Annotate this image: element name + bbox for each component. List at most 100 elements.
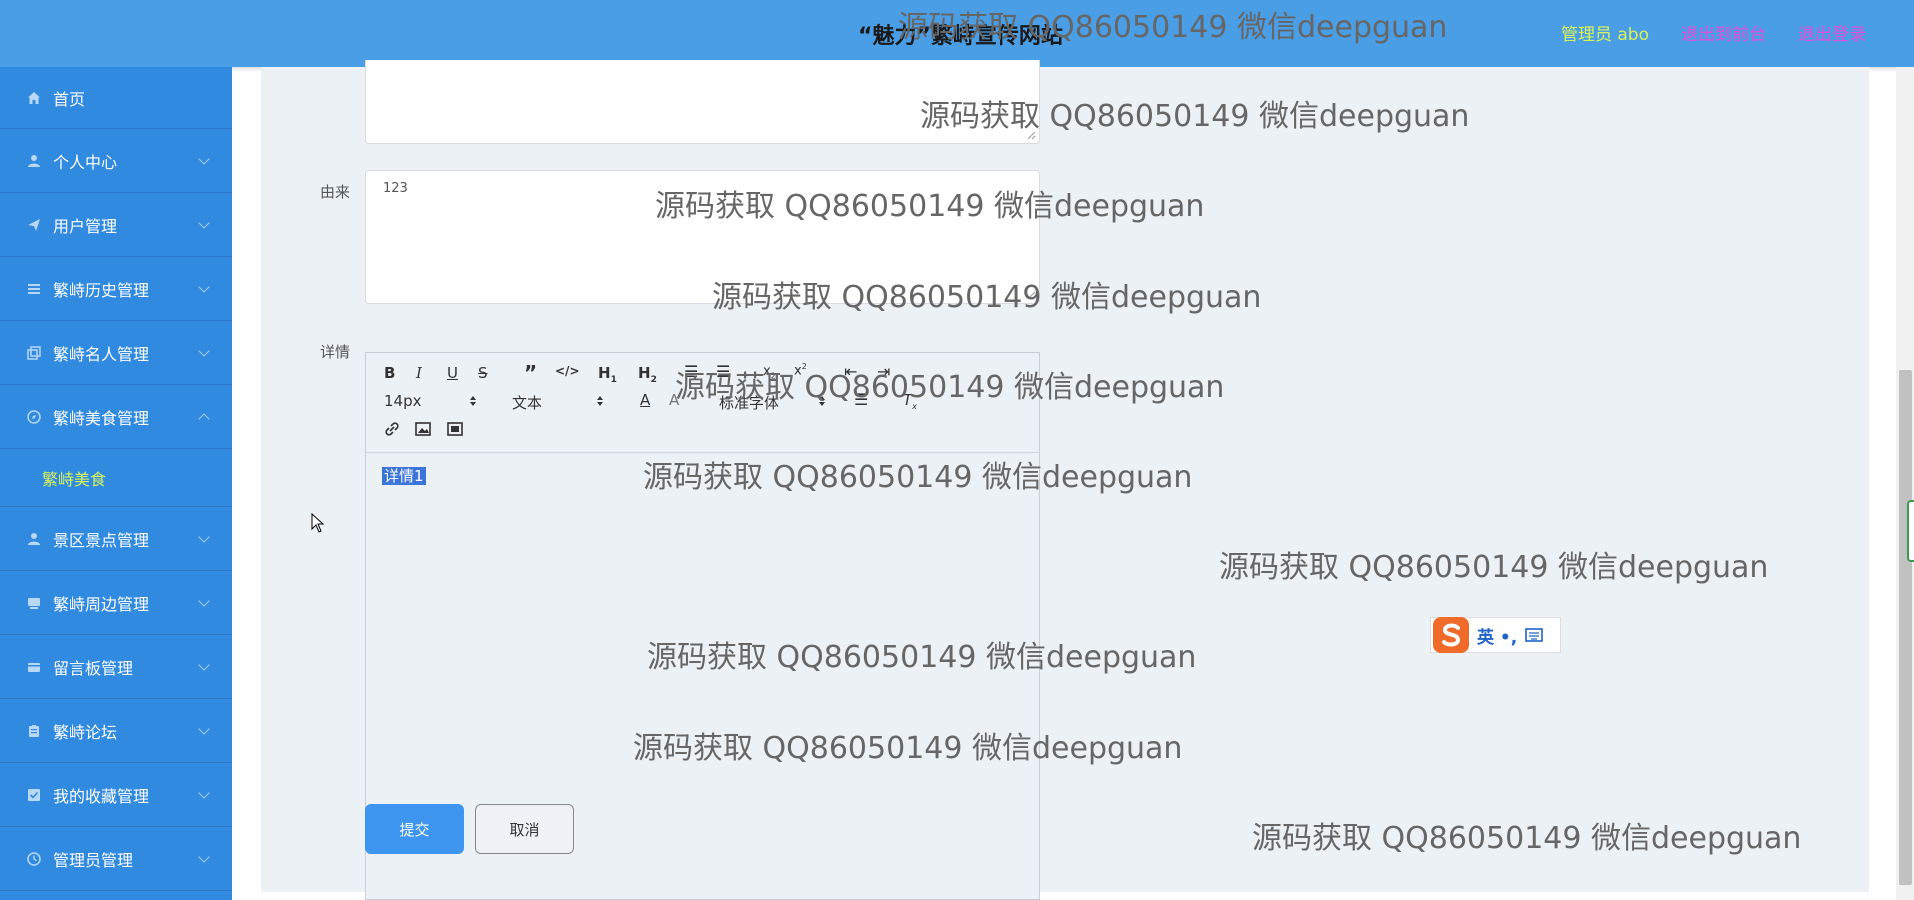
chevron-down-icon [198,281,210,293]
font-family-select[interactable]: 标准字体 [719,392,779,413]
sidebar-item-label: 繁峙美食管理 [53,408,150,428]
top-header: “魅力”繁峙宣传网站 管理员 abo 退出到前台 退出登录 [0,0,1914,67]
italic-icon[interactable]: I [416,364,422,382]
home-icon [26,90,42,106]
bullet-list-icon[interactable]: ☰ [716,362,730,381]
underline-icon[interactable]: U [447,364,458,382]
sidebar-item-forum[interactable]: 繁峙论坛 [0,699,232,763]
sidebar-item-home[interactable]: 首页 [0,67,232,129]
selected-text: 详情1 [382,467,426,485]
sidebar-item-label: 繁峙周边管理 [53,594,150,614]
admin-username: 管理员 abo [1560,25,1649,45]
link-icon[interactable] [384,421,400,437]
heading1-icon[interactable]: H1 [598,364,617,385]
sidebar-item-food[interactable]: 繁峙美食管理 [0,385,232,449]
sidebar-item-label: 个人中心 [53,152,118,172]
chevron-down-icon [198,787,210,799]
chevron-down-icon [198,851,210,863]
subscript-icon[interactable]: x2 [763,364,776,381]
sidebar-item-label: 首页 [53,89,86,109]
code-icon[interactable]: </> [555,364,580,378]
sidebar-item-label: 管理员管理 [53,850,134,870]
blockquote-icon[interactable]: ” [524,361,537,385]
ime-toolbar[interactable]: 英 •, [1430,617,1561,653]
site-title: “魅力”繁峙宣传网站 [858,24,1063,49]
compass-icon [26,409,42,425]
sidebar-item-admins[interactable]: 管理员管理 [0,827,232,891]
sidebar-item-scenic[interactable]: 景区景点管理 [0,507,232,571]
sidebar-item-profile[interactable]: 个人中心 [0,129,232,193]
resize-handle-icon[interactable] [1027,291,1036,300]
font-color-icon[interactable]: A [640,391,650,409]
sidebar-item-label: 繁峙历史管理 [53,280,150,300]
sidebar-item-favorites[interactable]: 我的收藏管理 [0,763,232,827]
chevron-down-icon [198,531,210,543]
submit-button[interactable]: 提交 [365,804,464,854]
logout-link[interactable]: 退出登录 [1798,20,1866,45]
sidebar-item-surroundings[interactable]: 繁峙周边管理 [0,571,232,635]
scrollbar-thumb[interactable] [1899,370,1912,885]
origin-textarea[interactable]: 123 [365,170,1040,304]
sidebar-subitem-food[interactable]: 繁峙美食 [0,449,232,507]
sogou-logo-icon [1433,617,1469,653]
font-size-select[interactable]: 14px [384,392,422,410]
resize-handle-icon[interactable] [1027,131,1036,140]
sidebar-item-history[interactable]: 繁峙历史管理 [0,257,232,321]
chevron-down-icon [198,153,210,165]
sidebar-item-label: 用户管理 [53,216,118,236]
clock-icon [26,851,42,867]
sidebar-item-label: 留言板管理 [53,658,134,678]
sidebar-item-label: 繁峙名人管理 [53,344,150,364]
user-icon [26,531,42,547]
editor-content[interactable]: 详情1 [382,465,426,486]
chevron-down-icon [198,217,210,229]
origin-value: 123 [383,181,408,196]
block-format-select[interactable]: 文本 [512,392,542,413]
chevron-down-icon [198,595,210,607]
sidebar: 首页 个人中心 用户管理 繁峙历史管理 繁峙名人管理 繁峙美食管理 繁峙美食 景… [0,67,232,900]
exit-to-front-link[interactable]: 退出到前台 [1681,20,1766,45]
editor-toolbar: B I U S ” </> H1 H2 ☰ ☰ x2 x2 ⇤ ⇥ 14px 文… [366,353,1039,453]
sidebar-item-label: 繁峙论坛 [53,722,118,742]
select-caret-icon [597,396,603,406]
align-icon[interactable]: ☰ [854,390,868,409]
select-caret-icon [819,396,825,406]
chevron-down-icon [198,345,210,357]
copy-icon [26,345,42,361]
rich-text-editor[interactable]: B I U S ” </> H1 H2 ☰ ☰ x2 x2 ⇤ ⇥ 14px 文… [365,352,1040,900]
ordered-list-icon[interactable]: ☰ [684,362,698,381]
detail-label: 详情 [320,343,351,361]
clipboard-icon [26,723,42,739]
clear-format-icon[interactable]: Tx [903,391,917,411]
outdent-icon[interactable]: ⇤ [844,362,857,381]
heading2-icon[interactable]: H2 [638,364,657,385]
check-square-icon [26,787,42,803]
mouse-cursor-icon [311,513,325,533]
list-icon [26,281,42,297]
superscript-icon[interactable]: x2 [794,362,807,378]
chevron-down-icon [198,723,210,735]
video-icon[interactable] [447,422,463,436]
sidebar-item-label: 我的收藏管理 [53,786,150,806]
sidebar-item-guestbook[interactable]: 留言板管理 [0,635,232,699]
drive-icon [26,595,42,611]
image-icon[interactable] [415,422,431,436]
keyboard-icon [1525,628,1544,642]
previous-textarea[interactable] [365,60,1040,144]
indent-icon[interactable]: ⇥ [877,362,890,381]
send-icon [26,217,42,233]
cancel-button[interactable]: 取消 [475,804,574,854]
origin-label: 由来 [320,183,351,201]
ime-status: 英 •, [1477,627,1518,648]
select-caret-icon [470,396,476,406]
strikethrough-icon[interactable]: S [478,364,488,382]
chevron-down-icon [198,659,210,671]
side-handle[interactable] [1907,500,1914,562]
sidebar-item-users[interactable]: 用户管理 [0,193,232,257]
sidebar-subitem-label: 繁峙美食 [42,469,107,489]
header-links: 管理员 abo 退出到前台 退出登录 [1561,20,1866,45]
bold-icon[interactable]: B [384,364,395,382]
background-color-icon[interactable]: A [669,391,679,409]
sidebar-item-celebrities[interactable]: 繁峙名人管理 [0,321,232,385]
chevron-up-icon [198,413,210,425]
